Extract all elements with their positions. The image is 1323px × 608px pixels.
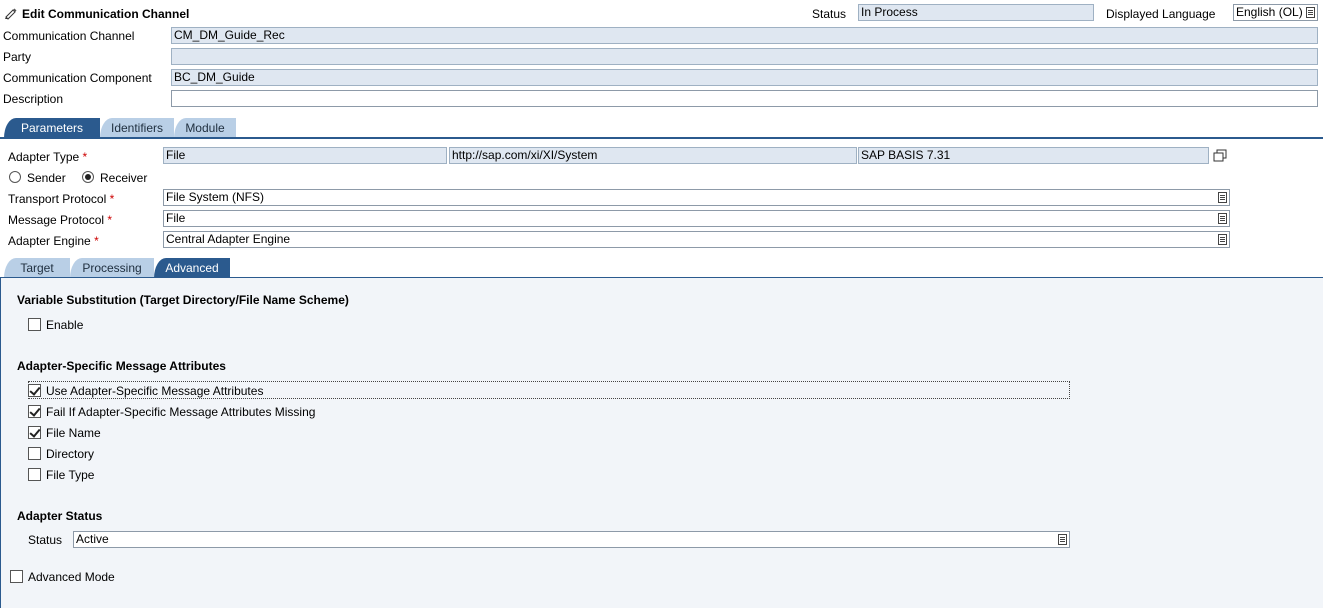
adapter-namespace-field: http://sap.com/xi/XI/System	[449, 147, 857, 164]
adapter-status-title: Adapter Status	[17, 509, 103, 523]
party-label: Party	[3, 50, 32, 64]
displayed-language-select[interactable]: English (OL)	[1233, 4, 1318, 21]
tab-processing[interactable]: Processing	[70, 258, 154, 278]
status-label: Status	[812, 7, 847, 21]
page-title: Edit Communication Channel	[22, 7, 190, 21]
file-type-label: File Type	[46, 468, 95, 482]
transport-protocol-select[interactable]: File System (NFS)	[163, 189, 1230, 206]
fail-if-missing-checkbox[interactable]	[28, 405, 41, 418]
adapter-status-value: Active	[76, 532, 109, 546]
variable-substitution-title: Variable Substitution (Target Directory/…	[17, 293, 349, 307]
message-protocol-select[interactable]: File	[163, 210, 1230, 227]
communication-channel-label: Communication Channel	[3, 29, 135, 43]
adapter-status-select[interactable]: Active	[73, 531, 1070, 548]
advanced-mode-label: Advanced Mode	[28, 570, 115, 584]
communication-component-label: Communication Component	[3, 71, 152, 85]
enable-label: Enable	[46, 318, 84, 332]
receiver-radio[interactable]	[82, 171, 94, 183]
party-field	[171, 48, 1318, 65]
tab-module[interactable]: Module	[174, 118, 236, 138]
directory-label: Directory	[46, 447, 95, 461]
adapter-swcv-field: SAP BASIS 7.31	[858, 147, 1209, 164]
description-input[interactable]	[171, 90, 1318, 107]
edit-pencil-icon	[4, 6, 18, 20]
directory-checkbox[interactable]	[28, 447, 41, 460]
use-asma-label: Use Adapter-Specific Message Attributes	[46, 384, 264, 398]
dropdown-list-icon[interactable]	[1218, 192, 1227, 203]
adapter-status-label: Status	[28, 533, 63, 547]
status-field: In Process	[858, 4, 1094, 21]
sender-label: Sender	[27, 171, 66, 185]
description-label: Description	[3, 92, 64, 106]
message-protocol-value: File	[166, 211, 186, 225]
tab-target[interactable]: Target	[4, 258, 70, 278]
displayed-language-value: English (OL)	[1236, 5, 1303, 19]
use-asma-checkbox[interactable]	[28, 384, 41, 397]
fail-if-missing-label: Fail If Adapter-Specific Message Attribu…	[46, 405, 316, 419]
tab-parameters[interactable]: Parameters	[4, 118, 100, 138]
message-protocol-label: Message Protocol *	[8, 213, 113, 227]
copy-window-icon[interactable]	[1213, 149, 1227, 163]
dropdown-list-icon[interactable]	[1306, 7, 1315, 18]
tab-identifiers[interactable]: Identifiers	[100, 118, 174, 138]
enable-checkbox[interactable]	[28, 318, 41, 331]
adapter-type-label: Adapter Type *	[8, 150, 88, 164]
communication-component-field: BC_DM_Guide	[171, 69, 1318, 86]
dropdown-list-icon[interactable]	[1218, 234, 1227, 245]
advanced-panel	[0, 278, 1323, 608]
sender-radio[interactable]	[9, 171, 21, 183]
file-name-checkbox[interactable]	[28, 426, 41, 439]
dropdown-list-icon[interactable]	[1058, 534, 1067, 545]
tab-advanced[interactable]: Advanced	[154, 258, 230, 278]
main-tab-underline	[0, 137, 1323, 139]
file-name-label: File Name	[46, 426, 101, 440]
adapter-engine-value: Central Adapter Engine	[166, 232, 291, 246]
adapter-type-field: File	[163, 147, 447, 164]
displayed-language-label: Displayed Language	[1106, 7, 1216, 21]
transport-protocol-value: File System (NFS)	[166, 190, 265, 204]
adapter-engine-select[interactable]: Central Adapter Engine	[163, 231, 1230, 248]
receiver-label: Receiver	[100, 171, 148, 185]
advanced-mode-checkbox[interactable]	[10, 570, 23, 583]
adapter-engine-label: Adapter Engine *	[8, 234, 99, 248]
dropdown-list-icon[interactable]	[1218, 213, 1227, 224]
asma-title: Adapter-Specific Message Attributes	[17, 359, 226, 373]
file-type-checkbox[interactable]	[28, 468, 41, 481]
transport-protocol-label: Transport Protocol *	[8, 192, 115, 206]
communication-channel-field: CM_DM_Guide_Rec	[171, 27, 1318, 44]
